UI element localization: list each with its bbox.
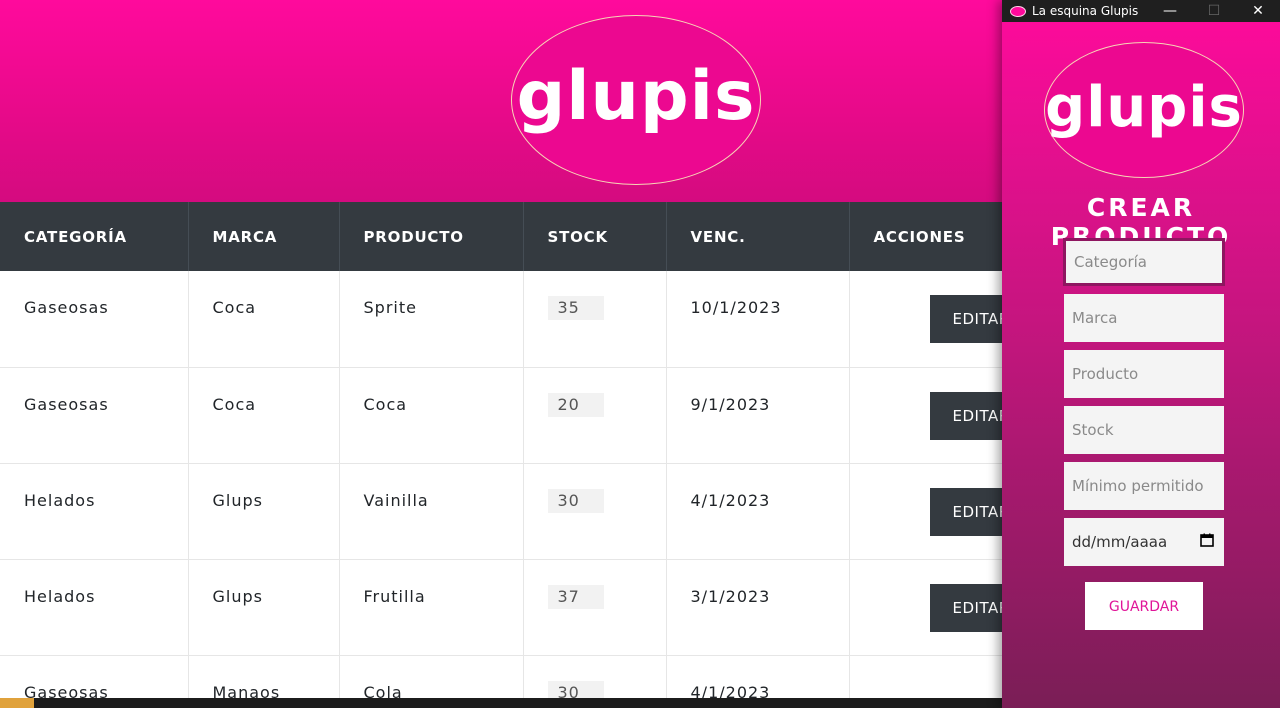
cell-marca: Coca <box>188 271 340 368</box>
cell-marca: Glups <box>188 463 340 560</box>
cell-stock: 37 <box>523 559 667 656</box>
glupis-logo: glupis <box>1044 42 1244 178</box>
close-icon[interactable]: ✕ <box>1236 0 1280 22</box>
app-icon <box>1010 5 1026 17</box>
table-row: Gaseosas Coca Sprite 35 10/1/2023 EDITAR <box>0 271 1029 368</box>
app-window: La esquina Glupis — ☐ ✕ glupis CREAR PRO… <box>1002 0 1280 708</box>
cell-acciones: EDITAR <box>849 271 1029 368</box>
cell-producto: Coca <box>339 367 524 464</box>
header-acciones: ACCIONES <box>849 202 1003 271</box>
stock-value: 30 <box>547 488 604 513</box>
glupis-logo: glupis <box>511 15 761 185</box>
logo-text: glupis <box>516 56 756 136</box>
cell-stock: 35 <box>523 271 667 368</box>
logo-text: glupis <box>1045 74 1243 140</box>
cell-venc: 10/1/2023 <box>666 271 850 368</box>
stock-value: 20 <box>547 392 604 417</box>
cell-categoria: Gaseosas <box>0 367 189 464</box>
header-categoria: CATEGORÍA <box>0 202 189 271</box>
producto-input[interactable] <box>1064 350 1224 398</box>
calendar-icon[interactable] <box>1200 533 1214 551</box>
cell-acciones: EDITAR <box>849 367 1029 464</box>
header-venc: VENC. <box>666 202 850 271</box>
table-row: Helados Glups Vainilla 30 4/1/2023 EDITA… <box>0 463 1029 560</box>
cell-producto: Frutilla <box>339 559 524 656</box>
header-stock: STOCK <box>523 202 667 271</box>
cell-categoria: Helados <box>0 559 189 656</box>
cell-categoria: Gaseosas <box>0 271 189 368</box>
marca-input[interactable] <box>1064 294 1224 342</box>
guardar-button[interactable]: GUARDAR <box>1085 582 1203 630</box>
fecha-input[interactable]: dd/mm/aaaa <box>1064 518 1224 566</box>
window-title: La esquina Glupis <box>1032 4 1139 18</box>
products-table: CATEGORÍA MARCA PRODUCTO STOCK VENC. ACC… <box>0 202 1029 706</box>
cell-acciones: EDITAR <box>849 463 1029 560</box>
table-header-row: CATEGORÍA MARCA PRODUCTO STOCK VENC. ACC… <box>0 202 1003 271</box>
cell-acciones: EDITAR <box>849 559 1029 656</box>
minimize-icon[interactable]: — <box>1148 0 1192 22</box>
table-row: Helados Glups Frutilla 37 3/1/2023 EDITA… <box>0 559 1029 656</box>
table-row: Gaseosas Coca Coca 20 9/1/2023 EDITAR <box>0 367 1029 464</box>
header-marca: MARCA <box>188 202 340 271</box>
stock-input[interactable] <box>1064 406 1224 454</box>
stock-value: 37 <box>547 584 604 609</box>
cell-venc: 3/1/2023 <box>666 559 850 656</box>
cell-stock: 20 <box>523 367 667 464</box>
minimo-permitido-input[interactable] <box>1064 462 1224 510</box>
cell-venc: 9/1/2023 <box>666 367 850 464</box>
cell-marca: Glups <box>188 559 340 656</box>
cell-marca: Coca <box>188 367 340 464</box>
date-placeholder: dd/mm/aaaa <box>1072 533 1168 551</box>
header-producto: PRODUCTO <box>339 202 524 271</box>
taskbar-accent <box>0 698 34 708</box>
window-titlebar[interactable]: La esquina Glupis — ☐ ✕ <box>1002 0 1280 22</box>
maximize-icon: ☐ <box>1207 3 1221 19</box>
cell-producto: Sprite <box>339 271 524 368</box>
taskbar <box>0 698 1002 708</box>
stock-value: 35 <box>547 296 604 320</box>
cell-stock: 30 <box>523 463 667 560</box>
cell-producto: Vainilla <box>339 463 524 560</box>
cell-categoria: Helados <box>0 463 189 560</box>
categoria-input[interactable] <box>1063 238 1225 286</box>
cell-venc: 4/1/2023 <box>666 463 850 560</box>
